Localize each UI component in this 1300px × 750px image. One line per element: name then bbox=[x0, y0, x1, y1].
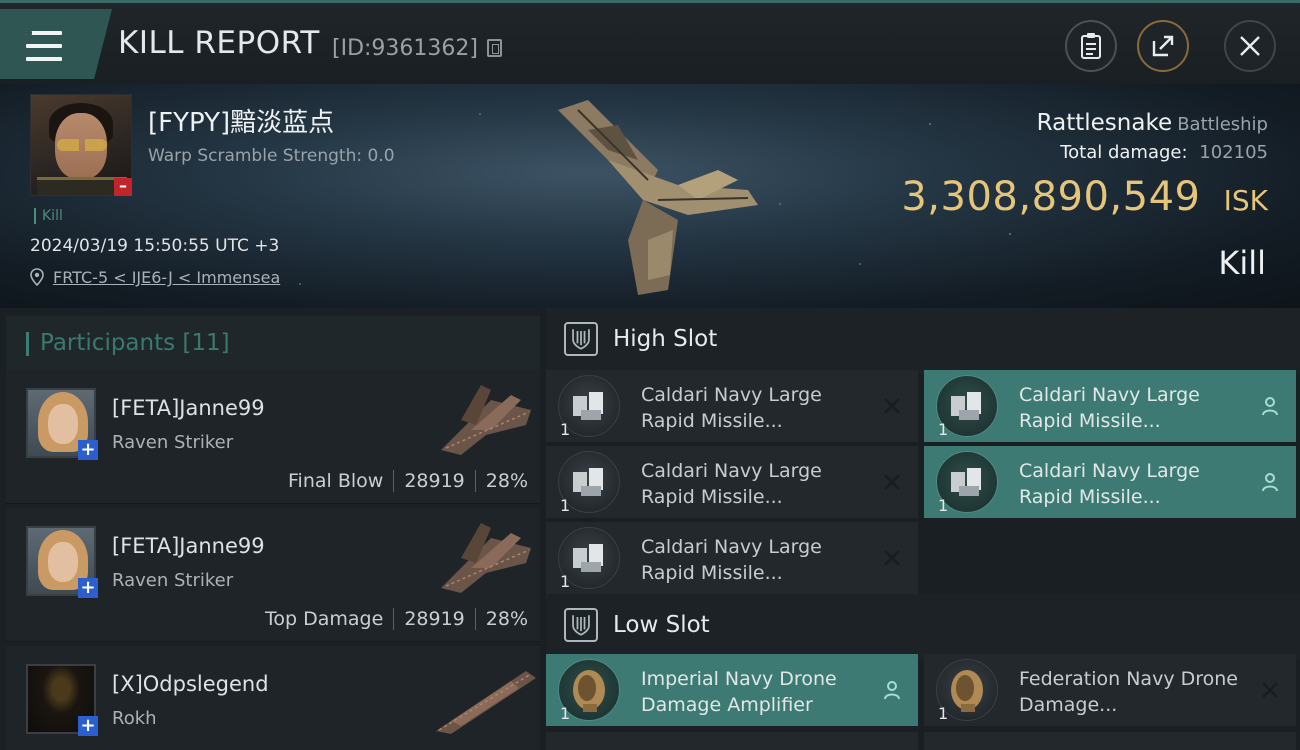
participant-stats: Top Damage 28919 28% bbox=[265, 608, 528, 630]
module-item[interactable]: 1 Caldari Navy Large Rapid Missile... bbox=[546, 446, 918, 518]
module-name: Caldari Navy Large Rapid Missile... bbox=[1019, 384, 1200, 432]
clipboard-icon bbox=[1081, 33, 1101, 59]
participant-role: Final Blow bbox=[288, 470, 384, 492]
low-slot-header: Low Slot bbox=[546, 594, 1300, 660]
high-slot-title: High Slot bbox=[613, 326, 718, 352]
module-item[interactable] bbox=[924, 732, 1296, 750]
module-name: Caldari Navy Large Rapid Missile... bbox=[641, 384, 822, 432]
module-item[interactable]: 1 Caldari Navy Large Rapid Missile... bbox=[924, 370, 1296, 442]
module-quantity: 1 bbox=[938, 420, 949, 439]
module-item[interactable]: 1 Imperial Navy Drone Damage Amplifier bbox=[546, 654, 918, 726]
participant-ship-image bbox=[441, 385, 531, 455]
module-quantity: 1 bbox=[560, 704, 571, 723]
module-name: Caldari Navy Large Rapid Missile... bbox=[1019, 460, 1200, 508]
participant-ship: Raven Striker bbox=[112, 432, 234, 453]
module-quantity: 1 bbox=[938, 496, 949, 515]
high-slot-icon bbox=[564, 322, 598, 356]
module-quantity: 1 bbox=[560, 496, 571, 515]
participants-panel: Participants [11] + [FETA]Janne99 Raven … bbox=[0, 308, 540, 750]
kill-tag: Kill bbox=[34, 208, 63, 224]
victim-badge: – bbox=[114, 178, 132, 196]
close-icon bbox=[1240, 36, 1260, 56]
ship-name[interactable]: Rattlesnake bbox=[1037, 110, 1172, 136]
attacker-badge: + bbox=[78, 716, 98, 736]
destroyed-x-icon bbox=[880, 470, 904, 494]
isk-value: 3,308,890,549 ISK bbox=[901, 174, 1268, 220]
result-label: Kill bbox=[1218, 244, 1266, 282]
module-name: Imperial Navy Drone Damage Amplifier bbox=[641, 668, 837, 716]
warp-scramble-strength: Warp Scramble Strength: 0.0 bbox=[148, 146, 395, 166]
module-item[interactable]: 1 Caldari Navy Large Rapid Missile... bbox=[546, 522, 918, 594]
participant-damage: 28919 bbox=[404, 608, 465, 630]
share-icon bbox=[1152, 35, 1174, 57]
participants-title: Participants [11] bbox=[40, 330, 230, 356]
module-item[interactable]: 1 Caldari Navy Large Rapid Missile... bbox=[924, 446, 1296, 518]
close-button[interactable] bbox=[1224, 20, 1276, 72]
menu-icon bbox=[26, 31, 62, 61]
module-quantity: 1 bbox=[560, 420, 571, 439]
kill-timestamp: 2024/03/19 15:50:55 UTC +3 bbox=[30, 236, 280, 256]
victim-ship-image bbox=[558, 100, 758, 295]
menu-button[interactable] bbox=[0, 9, 112, 79]
dropped-person-icon bbox=[1258, 394, 1282, 418]
module-quantity: 1 bbox=[938, 704, 949, 723]
page-title: KILL REPORT bbox=[118, 25, 320, 61]
attacker-badge: + bbox=[78, 578, 98, 598]
module-quantity: 1 bbox=[560, 572, 571, 591]
ship-class: Battleship bbox=[1177, 114, 1268, 135]
isk-amount: 3,308,890,549 bbox=[901, 174, 1201, 220]
participant-row[interactable]: + [FETA]Janne99 Raven Striker Top Damage… bbox=[6, 508, 540, 642]
dropped-person-icon bbox=[880, 678, 904, 702]
participant-row[interactable]: + [X]Odpslegend Rokh bbox=[6, 646, 540, 750]
victim-ship: Rattlesnake Battleship bbox=[1037, 110, 1268, 136]
participant-stats: Final Blow 28919 28% bbox=[288, 470, 528, 492]
participant-name: [FETA]Janne99 bbox=[112, 534, 265, 558]
attacker-badge: + bbox=[78, 440, 98, 460]
kill-id: [ID:9361362] bbox=[332, 36, 478, 61]
participant-ship: Raven Striker bbox=[112, 570, 234, 591]
destroyed-x-icon bbox=[1258, 678, 1282, 702]
participants-header[interactable]: Participants [11] bbox=[6, 316, 540, 370]
total-damage-value: 102105 bbox=[1199, 142, 1268, 163]
victim-name[interactable]: [FYPY]黯淡蓝点 bbox=[148, 102, 334, 139]
victim-summary: – [FYPY]黯淡蓝点 Warp Scramble Strength: 0.0… bbox=[0, 84, 1300, 308]
participant-damage: 28919 bbox=[404, 470, 465, 492]
participant-ship-image bbox=[436, 671, 536, 734]
total-damage-label: Total damage: bbox=[1060, 142, 1188, 163]
participant-percent: 28% bbox=[485, 608, 528, 630]
copy-icon[interactable] bbox=[487, 39, 502, 57]
participant-name: [FETA]Janne99 bbox=[112, 396, 265, 420]
location-pin-icon bbox=[30, 268, 44, 286]
fitting-panel: High Slot 1 Caldari Navy Large Rapid Mis… bbox=[540, 308, 1300, 750]
module-name: Caldari Navy Large Rapid Missile... bbox=[641, 536, 822, 584]
module-item[interactable]: 1 Federation Navy Drone Damage... bbox=[924, 654, 1296, 726]
participant-ship: Rokh bbox=[112, 708, 157, 729]
top-bar: KILL REPORT [ID:9361362] bbox=[0, 0, 1300, 84]
destroyed-x-icon bbox=[880, 546, 904, 570]
low-slot-title: Low Slot bbox=[613, 612, 710, 638]
high-slot-header: High Slot bbox=[546, 308, 1300, 374]
module-item[interactable]: 1 Caldari Navy Large Rapid Missile... bbox=[546, 370, 918, 442]
destroyed-x-icon bbox=[880, 394, 904, 418]
participant-row[interactable]: + [FETA]Janne99 Raven Striker Final Blow… bbox=[6, 370, 540, 504]
share-button[interactable] bbox=[1137, 20, 1189, 72]
module-name: Federation Navy Drone Damage... bbox=[1019, 668, 1238, 716]
participant-name: [X]Odpslegend bbox=[112, 672, 269, 696]
participant-ship-image bbox=[441, 523, 531, 593]
clipboard-button[interactable] bbox=[1065, 20, 1117, 72]
total-damage: Total damage: 102105 bbox=[1060, 142, 1268, 163]
participant-role: Top Damage bbox=[265, 608, 384, 630]
isk-unit: ISK bbox=[1223, 184, 1268, 217]
participant-percent: 28% bbox=[485, 470, 528, 492]
module-name: Caldari Navy Large Rapid Missile... bbox=[641, 460, 822, 508]
module-item[interactable] bbox=[546, 732, 918, 750]
location-link[interactable]: FRTC-5 < IJE6-J < Immensea bbox=[53, 268, 280, 287]
low-slot-icon bbox=[564, 608, 598, 642]
dropped-person-icon bbox=[1258, 470, 1282, 494]
